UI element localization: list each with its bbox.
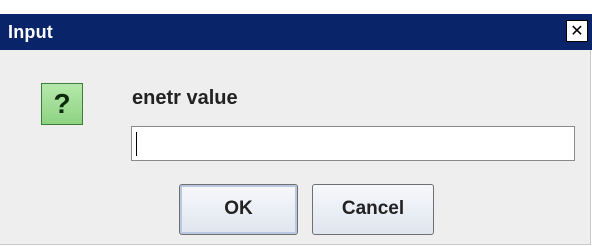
text-caret: [136, 132, 137, 156]
value-input[interactable]: [131, 126, 575, 161]
cancel-button[interactable]: Cancel: [312, 184, 434, 235]
question-icon: ?: [41, 83, 83, 125]
ok-button-label: OK: [224, 198, 253, 219]
input-dialog: Input ✕ ? enetr value OK Cancel: [0, 14, 592, 245]
close-button[interactable]: ✕: [566, 20, 588, 42]
question-mark-glyph: ?: [53, 88, 71, 119]
cancel-button-label: Cancel: [341, 198, 405, 219]
title-bar[interactable]: Input ✕: [0, 14, 592, 50]
prompt-label: enetr value: [132, 87, 238, 109]
window-title: Input: [8, 22, 53, 42]
ok-button[interactable]: OK: [179, 184, 298, 235]
close-icon: ✕: [570, 21, 584, 40]
